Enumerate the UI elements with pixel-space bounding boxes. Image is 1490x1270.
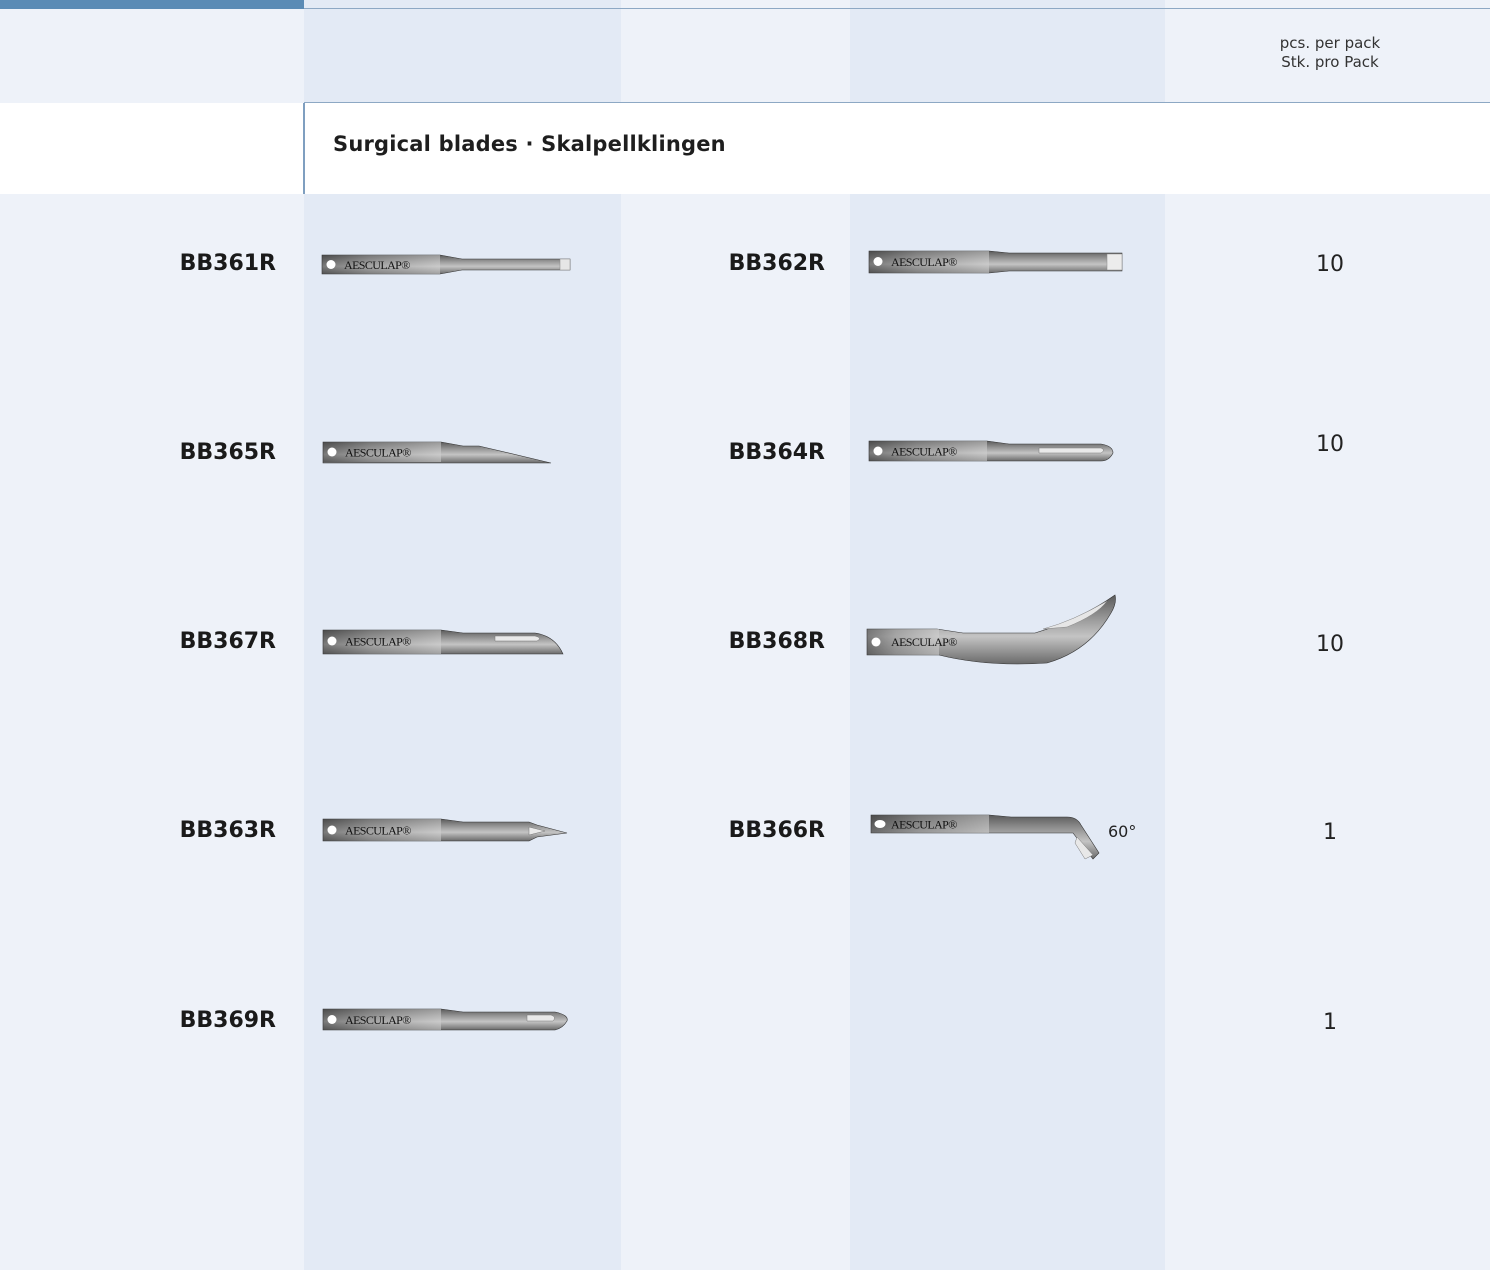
blade-brand: AESCULAP® (891, 255, 957, 269)
section-band (0, 103, 1490, 194)
section-band-divider (303, 103, 305, 194)
blade-brand: AESCULAP® (891, 818, 957, 832)
product-code-bb361r: BB361R (179, 251, 276, 276)
blade-brand: AESCULAP® (345, 635, 411, 649)
pcs-header-en: pcs. per pack (1279, 34, 1381, 52)
pcs-header-de: Stk. pro Pack (1281, 53, 1379, 71)
blade-image-bb363r: AESCULAP® (322, 818, 571, 843)
angle-note-bb366r: 60° (1108, 822, 1137, 841)
blade-image-bb365r: AESCULAP® (322, 441, 555, 464)
blade-image-bb367r: AESCULAP® (322, 629, 567, 656)
product-code-bb366r: BB366R (728, 818, 825, 843)
product-code-bb364r: BB364R (728, 440, 825, 465)
qty-row-2: 10 (1316, 432, 1344, 457)
blade-brand: AESCULAP® (345, 446, 411, 460)
qty-row-5: 1 (1323, 1010, 1337, 1035)
blade-brand: AESCULAP® (891, 445, 957, 459)
top-accent-bar (0, 0, 304, 9)
product-code-bb368r: BB368R (728, 629, 825, 654)
pcs-per-pack-header: pcs. per pack Stk. pro Pack (1220, 34, 1440, 72)
qty-row-4: 1 (1323, 820, 1337, 845)
product-code-bb367r: BB367R (179, 629, 276, 654)
blade-image-bb361r: AESCULAP® (321, 254, 574, 275)
blade-image-bb369r: AESCULAP® (322, 1008, 573, 1033)
blade-brand: AESCULAP® (891, 635, 957, 649)
qty-row-3: 10 (1316, 632, 1344, 657)
blade-image-bb364r: AESCULAP® (868, 440, 1117, 463)
top-divider (304, 8, 1490, 9)
blade-image-bb366r: AESCULAP® (870, 814, 1103, 865)
product-code-bb362r: BB362R (728, 251, 825, 276)
blade-image-bb362r: AESCULAP® (868, 250, 1125, 274)
blade-brand: AESCULAP® (344, 258, 410, 272)
product-code-bb369r: BB369R (179, 1008, 276, 1033)
product-code-bb363r: BB363R (179, 818, 276, 843)
blade-brand: AESCULAP® (345, 824, 411, 838)
section-title: Surgical blades · Skalpellklingen (333, 132, 726, 156)
product-code-bb365r: BB365R (179, 440, 276, 465)
qty-row-1: 10 (1316, 252, 1344, 277)
blade-image-bb368r: AESCULAP® (866, 593, 1123, 665)
blade-brand: AESCULAP® (345, 1013, 411, 1027)
